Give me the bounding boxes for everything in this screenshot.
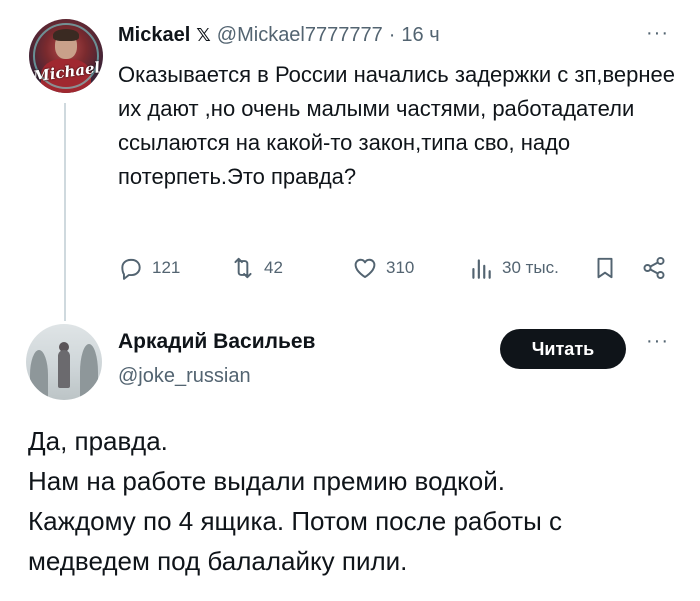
like-button[interactable]: 310 bbox=[352, 254, 414, 282]
like-count: 310 bbox=[386, 258, 415, 277]
tweet-text: Оказывается в России начались задержки с… bbox=[118, 62, 676, 189]
tweet-header: Mickael 𝕏 @Mickael7777777 · 16 ч bbox=[118, 24, 440, 47]
x-badge-icon: 𝕏 bbox=[196, 25, 211, 45]
tweet-timestamp[interactable]: 16 ч bbox=[401, 24, 439, 47]
views-count: 30 тыс. bbox=[502, 258, 559, 277]
follow-button[interactable]: Читать bbox=[500, 329, 626, 369]
share-icon bbox=[643, 256, 665, 280]
tweet-meta-separator: · bbox=[388, 24, 396, 46]
views-icon bbox=[472, 259, 491, 279]
avatar-tree bbox=[80, 344, 98, 400]
tweet-author-name[interactable]: Mickael bbox=[118, 24, 190, 47]
arkady-avatar[interactable] bbox=[26, 324, 102, 400]
repost-button[interactable]: 42 bbox=[230, 254, 283, 282]
tweet-author-handle[interactable]: @Mickael7777777 bbox=[217, 24, 383, 47]
views-button[interactable]: 30 тыс. bbox=[468, 254, 559, 282]
thread-line bbox=[64, 103, 66, 321]
reply-author-handle[interactable]: @joke_russian bbox=[118, 365, 251, 388]
repost-icon bbox=[234, 257, 252, 279]
reply-button[interactable]: 121 bbox=[118, 254, 180, 282]
reply-author-name[interactable]: Аркадий Васильев bbox=[118, 330, 315, 354]
bookmark-button[interactable] bbox=[592, 254, 618, 282]
heart-icon bbox=[354, 258, 376, 278]
mickael-avatar[interactable]: Michael bbox=[29, 19, 103, 93]
repost-count: 42 bbox=[264, 258, 283, 277]
reply-more-button[interactable]: ··· bbox=[646, 330, 669, 353]
reply-count: 121 bbox=[152, 258, 181, 277]
bookmark-icon bbox=[597, 257, 613, 279]
tweet-more-button[interactable]: ··· bbox=[646, 22, 669, 45]
share-button[interactable] bbox=[641, 254, 667, 282]
avatar-tree bbox=[30, 350, 48, 400]
reply-text: Да, правда. Нам на работе выдали премию … bbox=[28, 426, 562, 576]
avatar-figure-body bbox=[58, 350, 70, 388]
reply-icon bbox=[121, 258, 141, 280]
